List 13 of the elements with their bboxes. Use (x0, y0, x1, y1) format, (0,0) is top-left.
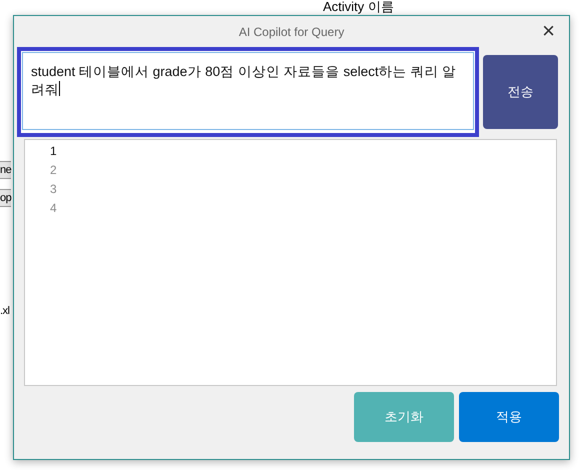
code-editor[interactable]: 1 2 3 4 (24, 139, 557, 386)
column-header: Activity 이름 (323, 0, 394, 14)
line-number: 2 (50, 162, 58, 179)
prompt-field[interactable]: student 테이블에서 grade가 80점 이상인 자료들을 select하는 쿼리 알려줘 (17, 47, 479, 137)
line-number: 1 (50, 143, 58, 160)
close-button[interactable]: × (538, 20, 559, 42)
background-fragment: op (0, 189, 12, 207)
line-number: 3 (50, 181, 58, 198)
send-button[interactable]: 전송 (483, 55, 558, 129)
line-number: 4 (50, 200, 58, 217)
apply-button[interactable]: 적용 (459, 392, 559, 442)
background-fragment: ne (0, 161, 12, 179)
window-title: AI Copilot for Query (238, 24, 344, 38)
